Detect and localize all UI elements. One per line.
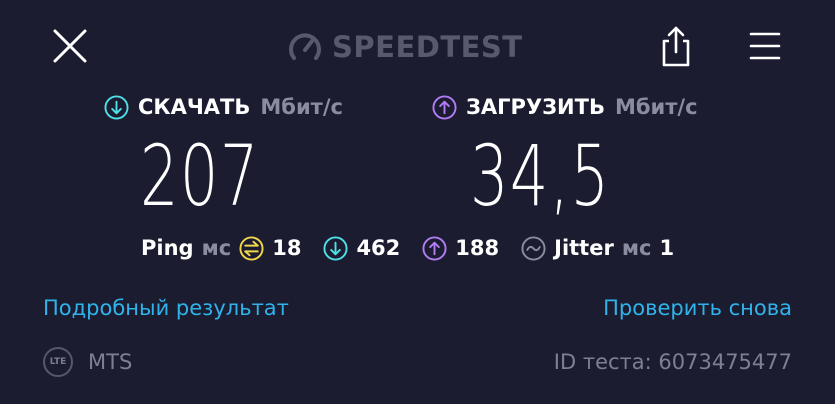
- brand-name: SPEEDTEST: [332, 29, 523, 64]
- ping-download-icon: [323, 235, 348, 261]
- ping-label: Ping: [141, 236, 194, 260]
- download-speed-value: 207: [140, 127, 260, 225]
- upload-speed-value: 34,5: [470, 127, 611, 225]
- hamburger-menu-icon[interactable]: [749, 30, 781, 62]
- ping-download-value: 462: [356, 236, 401, 260]
- ping-upload-value: 188: [455, 236, 500, 260]
- jitter-value: 1: [659, 236, 675, 260]
- download-header: СКАЧАТЬ Мбит/с: [104, 92, 343, 122]
- download-unit: Мбит/с: [260, 95, 343, 119]
- ping-unit: мс: [201, 236, 232, 260]
- upload-header: ЗАГРУЗИТЬ Мбит/с: [432, 92, 698, 122]
- speedtest-logo: SPEEDTEST: [287, 28, 523, 66]
- speedtest-result-screen: SPEEDTEST СКАЧАТЬ Мбит/с 207 ЗАГРУЗИТЬ М…: [0, 0, 835, 404]
- close-icon[interactable]: [52, 28, 88, 64]
- speedometer-icon: [289, 33, 321, 60]
- ping-idle-value: 18: [272, 236, 302, 260]
- latency-row: Ping мс 18 462 188 Jitter мс 1: [141, 232, 696, 264]
- test-id: ID теста: 6073475477: [553, 350, 792, 374]
- download-label: СКАЧАТЬ: [138, 95, 251, 119]
- detailed-result-link[interactable]: Подробный результат: [43, 296, 289, 320]
- provider-name: MTS: [88, 350, 133, 374]
- upload-unit: Мбит/с: [614, 95, 698, 119]
- share-icon[interactable]: [658, 24, 694, 68]
- jitter-icon: [521, 235, 546, 261]
- ping-upload-icon: [422, 235, 447, 261]
- upload-label: ЗАГРУЗИТЬ: [466, 95, 605, 119]
- jitter-label: Jitter: [554, 236, 614, 260]
- jitter-unit: мс: [621, 236, 652, 260]
- provider-info: LTE MTS: [43, 346, 132, 378]
- arrow-down-circle-icon: [104, 94, 129, 120]
- retest-link[interactable]: Проверить снова: [603, 296, 792, 320]
- lte-badge-icon: LTE: [43, 347, 73, 377]
- idle-ping-icon: [239, 235, 264, 261]
- arrow-up-circle-icon: [432, 94, 457, 120]
